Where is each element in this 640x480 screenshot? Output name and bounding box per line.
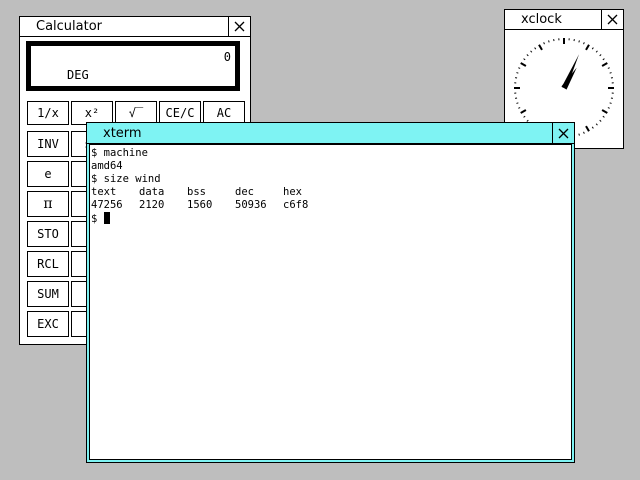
size-value-dec: 50936 <box>235 199 267 211</box>
text-cursor <box>103 212 110 224</box>
clock-minute-tick <box>583 131 585 134</box>
clock-minute-tick <box>530 50 533 53</box>
clock-hour-tick <box>585 44 590 51</box>
size-value-hex: c6f8 <box>283 199 309 211</box>
clock-minute-tick <box>526 54 529 57</box>
clock-minute-tick <box>548 40 550 43</box>
pi-button[interactable]: π <box>27 191 69 217</box>
size-header-data: data <box>139 186 165 198</box>
clock-hour-hand <box>561 67 577 90</box>
calculator-titlebar[interactable]: Calculator <box>20 17 250 37</box>
clock-minute-tick <box>607 107 610 109</box>
xterm-titlebar[interactable]: xterm <box>87 123 574 144</box>
clock-hour-tick <box>520 109 527 114</box>
rcl-button[interactable]: RCL <box>27 251 69 277</box>
clock-minute-tick <box>516 72 519 74</box>
clock-minute-tick <box>523 58 526 61</box>
size-value-bss: 1560 <box>187 199 213 211</box>
xterm-window: xterm $ machine amd64 $ size wind text d… <box>86 122 575 463</box>
clock-minute-tick <box>518 107 521 109</box>
size-header-text: text <box>91 186 117 198</box>
size-value-text: 47256 <box>91 199 123 211</box>
exc-button[interactable]: EXC <box>27 311 69 337</box>
clock-minute-tick <box>599 119 602 122</box>
clock-minute-tick <box>543 42 545 45</box>
clock-minute-tick <box>518 67 521 69</box>
clock-minute-tick <box>534 47 537 50</box>
terminal-prompt-line: $ <box>91 212 110 226</box>
display-mode: DEG <box>67 68 89 82</box>
display-value: 0 <box>223 50 231 64</box>
xterm-title: xterm <box>103 126 142 141</box>
e-button[interactable]: e <box>27 161 69 187</box>
clock-minute-tick <box>578 40 580 43</box>
clock-hour-tick <box>601 62 608 67</box>
close-icon <box>607 14 618 25</box>
close-icon <box>558 128 569 139</box>
clock-minute-tick <box>516 102 519 104</box>
size-header-hex: hex <box>283 186 302 198</box>
clock-minute-tick <box>591 126 594 129</box>
clock-minute-tick <box>578 133 580 136</box>
size-header-dec: dec <box>235 186 254 198</box>
xclock-titlebar[interactable]: xclock <box>505 10 623 30</box>
clock-hour-tick <box>585 125 590 132</box>
xclock-title: xclock <box>521 12 562 27</box>
clock-minute-tick <box>583 42 585 45</box>
sto-button[interactable]: STO <box>27 221 69 247</box>
xterm-close-button[interactable] <box>552 123 574 144</box>
sum-button[interactable]: SUM <box>27 281 69 307</box>
terminal-line: $ machine <box>91 147 148 159</box>
clock-minute-tick <box>607 67 610 69</box>
clock-minute-tick <box>602 115 605 118</box>
reciprocal-button[interactable]: 1/x <box>27 101 69 125</box>
calculator-title: Calculator <box>36 19 103 34</box>
calculator-display: 0 DEG <box>26 41 240 91</box>
clock-minute-tick <box>591 47 594 50</box>
clock-minute-tick <box>523 115 526 118</box>
clock-minute-tick <box>595 50 598 53</box>
clock-hour-tick <box>538 44 543 51</box>
clock-minute-tick <box>602 58 605 61</box>
xclock-close-button[interactable] <box>601 10 623 30</box>
inv-button[interactable]: INV <box>27 131 69 157</box>
terminal-line: $ size wind <box>91 173 161 185</box>
size-value-data: 2120 <box>139 199 165 211</box>
terminal-prompt: $ <box>91 213 104 225</box>
size-header-bss: bss <box>187 186 206 198</box>
clock-hour-tick <box>601 109 608 114</box>
close-icon <box>234 21 245 32</box>
clock-hour-tick <box>520 62 527 67</box>
clock-minute-tick <box>595 123 598 126</box>
clock-minute-tick <box>609 72 612 74</box>
clock-minute-tick <box>609 102 612 104</box>
clock-minute-tick <box>599 54 602 57</box>
terminal-area[interactable]: $ machine amd64 $ size wind text data bs… <box>89 144 572 460</box>
terminal-line: amd64 <box>91 160 123 172</box>
calculator-close-button[interactable] <box>228 17 250 37</box>
